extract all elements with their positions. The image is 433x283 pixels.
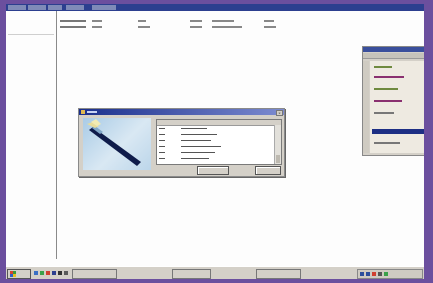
close-icon[interactable]: × bbox=[276, 110, 283, 116]
dialog-list-scrollbar[interactable] bbox=[274, 125, 281, 164]
toolbar-tab-3[interactable] bbox=[48, 5, 62, 10]
secondary-window-title-bar[interactable] bbox=[363, 47, 424, 52]
quick-launch-icon[interactable] bbox=[34, 271, 38, 275]
start-logo-icon bbox=[10, 271, 16, 277]
tray-icons bbox=[360, 272, 388, 276]
list-row-text-lines bbox=[159, 128, 221, 159]
left-pane bbox=[6, 11, 57, 259]
secondary-window-side-panel bbox=[363, 61, 369, 153]
secondary-window-toolbar bbox=[363, 53, 424, 59]
quick-launch-icon[interactable] bbox=[52, 271, 56, 275]
quick-launch-icon[interactable] bbox=[40, 271, 44, 275]
left-pane-divider bbox=[8, 34, 54, 35]
scroll-arrow-icon bbox=[276, 155, 280, 163]
system-tray bbox=[357, 269, 423, 279]
quick-launch-icon[interactable] bbox=[58, 271, 62, 275]
taskbar bbox=[6, 266, 424, 279]
secondary-window-tree bbox=[370, 61, 424, 153]
toolbar-tab-1[interactable] bbox=[8, 5, 26, 10]
taskbar-button[interactable] bbox=[172, 269, 211, 279]
secondary-window[interactable] bbox=[362, 46, 424, 156]
toolbar-tab-5[interactable] bbox=[92, 5, 116, 10]
dialog-illustration bbox=[83, 118, 151, 170]
tree-item-selected[interactable] bbox=[372, 129, 424, 134]
properties-dialog: × bbox=[78, 108, 285, 177]
dialog-title-bar[interactable]: × bbox=[79, 109, 284, 116]
start-button[interactable] bbox=[7, 269, 31, 279]
toolbar-tab-4[interactable] bbox=[66, 5, 84, 10]
column-header-row bbox=[56, 12, 424, 17]
wand-image bbox=[87, 119, 141, 166]
window-title-bar bbox=[6, 4, 424, 11]
quick-launch-icon[interactable] bbox=[46, 271, 50, 275]
app-icon bbox=[81, 110, 97, 114]
file-list-lines bbox=[60, 20, 276, 28]
dialog-cancel-button[interactable] bbox=[255, 166, 281, 175]
toolbar-tab-2[interactable] bbox=[28, 5, 46, 10]
dialog-list[interactable] bbox=[156, 119, 282, 165]
taskbar-button[interactable] bbox=[72, 269, 117, 279]
taskbar-button[interactable] bbox=[256, 269, 301, 279]
quick-launch-icon[interactable] bbox=[64, 271, 68, 275]
dialog-ok-button[interactable] bbox=[197, 166, 229, 175]
desktop-window: × bbox=[6, 4, 424, 266]
